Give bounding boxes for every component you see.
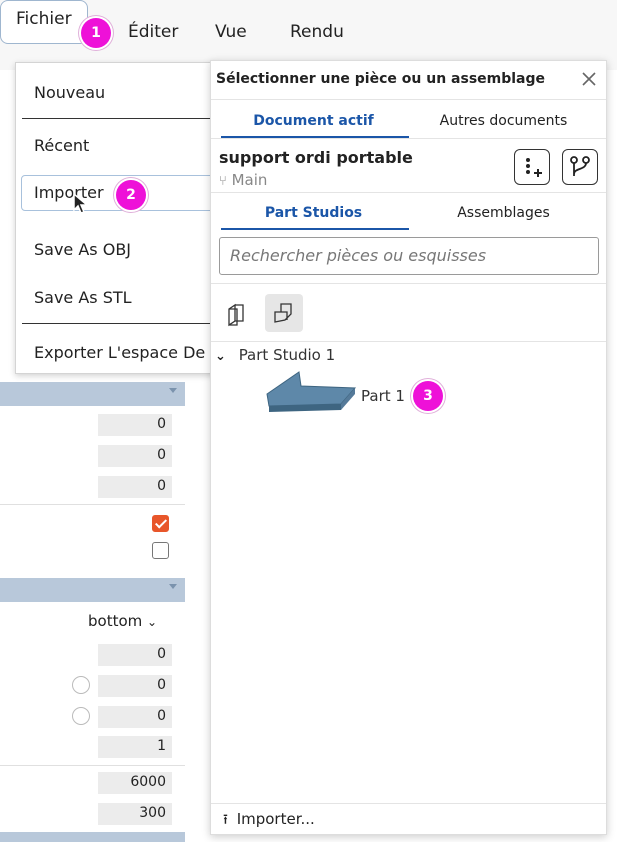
tree-row-part[interactable]: Part 1 (263, 370, 523, 420)
radio-button[interactable] (72, 707, 90, 725)
insert-version-button[interactable] (514, 149, 550, 185)
left-section-header (0, 832, 185, 842)
menu-item-nouveau[interactable]: Nouveau (34, 83, 105, 102)
menu-vue[interactable]: Vue (215, 22, 247, 42)
select-value: bottom (88, 612, 143, 630)
left-section-header[interactable] (0, 578, 185, 602)
part-name: Part 1 (361, 387, 405, 405)
number-field[interactable]: 1 (98, 736, 172, 758)
divider (211, 192, 606, 193)
divider (211, 138, 606, 139)
number-field[interactable]: 0 (98, 675, 172, 697)
part-selection-panel: Sélectionner une pièce ou un assemblage … (210, 60, 607, 835)
checkbox-checked[interactable] (152, 515, 169, 532)
chevron-down-icon: ⌄ (215, 349, 226, 364)
divider (211, 803, 606, 804)
branch-name: Main (231, 171, 268, 189)
branch-button[interactable] (562, 149, 598, 185)
number-field[interactable]: 0 (98, 476, 172, 498)
branch-row: ⑂ Main (219, 171, 267, 189)
branch-icon (570, 156, 590, 176)
search-input[interactable]: Rechercher pièces ou esquisses (219, 237, 599, 275)
tab-autres-documents[interactable]: Autres documents (411, 113, 596, 129)
file-menu-dropdown: Nouveau Récent Importer Save As OBJ Save… (15, 62, 221, 374)
step-badge-1: 1 (81, 18, 111, 48)
step-badge-2: 2 (116, 180, 146, 210)
version-plus-icon (526, 158, 542, 177)
parts-filter-icon[interactable] (225, 301, 249, 327)
divider (22, 323, 221, 324)
tab-assemblages[interactable]: Assemblages (411, 205, 596, 221)
menu-item-save-obj[interactable]: Save As OBJ (34, 240, 131, 259)
document-name: support ordi portable (219, 148, 413, 167)
chevron-down-icon: ⌄ (147, 615, 158, 629)
menu-item-exporter[interactable]: Exporter L'espace De (34, 343, 205, 362)
panel-title: Sélectionner une pièce ou un assemblage (216, 71, 546, 87)
branch-icon: ⑂ (219, 174, 227, 189)
left-section-header[interactable] (0, 382, 185, 406)
number-field[interactable]: 300 (98, 803, 172, 825)
part-thumbnail (266, 371, 357, 412)
step-badge-3: 3 (413, 381, 443, 411)
divider (22, 118, 221, 119)
divider (211, 99, 606, 100)
divider (0, 504, 185, 505)
menu-fichier[interactable]: Fichier (0, 0, 88, 44)
checkbox-unchecked[interactable] (152, 542, 169, 559)
sketch-filter-button[interactable] (265, 294, 303, 332)
import-label: Importer... (236, 810, 315, 828)
tree-row-part-studio[interactable]: ⌄ Part Studio 1 (215, 346, 335, 364)
sketch-filter-icon (274, 303, 292, 323)
select-dropdown[interactable]: bottom ⌄ (88, 612, 157, 630)
divider (211, 283, 606, 284)
number-field[interactable]: 0 (98, 414, 172, 436)
tab-document-actif[interactable]: Document actif (221, 113, 406, 129)
chevron-down-icon (169, 584, 177, 589)
menu-rendu[interactable]: Rendu (290, 22, 344, 42)
mouse-cursor-icon (73, 192, 90, 214)
radio-button[interactable] (72, 676, 90, 694)
tab-underline (221, 228, 409, 230)
close-icon[interactable] (581, 71, 597, 87)
menu-item-importer-label: Importer (34, 183, 104, 202)
menu-fichier-label: Fichier (16, 9, 72, 29)
divider (211, 341, 606, 342)
number-field[interactable]: 0 (98, 706, 172, 728)
upload-icon: ⭱ (223, 812, 228, 828)
import-button[interactable]: ⭱ Importer... (223, 809, 315, 833)
menu-editer[interactable]: Éditer (128, 22, 178, 42)
number-field[interactable]: 0 (98, 644, 172, 666)
number-field[interactable]: 6000 (98, 772, 172, 794)
number-field[interactable]: 0 (98, 445, 172, 467)
tree-root-label: Part Studio 1 (238, 346, 336, 364)
menu-item-recent[interactable]: Récent (34, 136, 89, 155)
menu-item-save-stl[interactable]: Save As STL (34, 288, 132, 307)
chevron-down-icon (169, 388, 177, 393)
divider (0, 765, 185, 766)
viewport-background (607, 70, 617, 840)
tab-part-studios[interactable]: Part Studios (221, 205, 406, 221)
